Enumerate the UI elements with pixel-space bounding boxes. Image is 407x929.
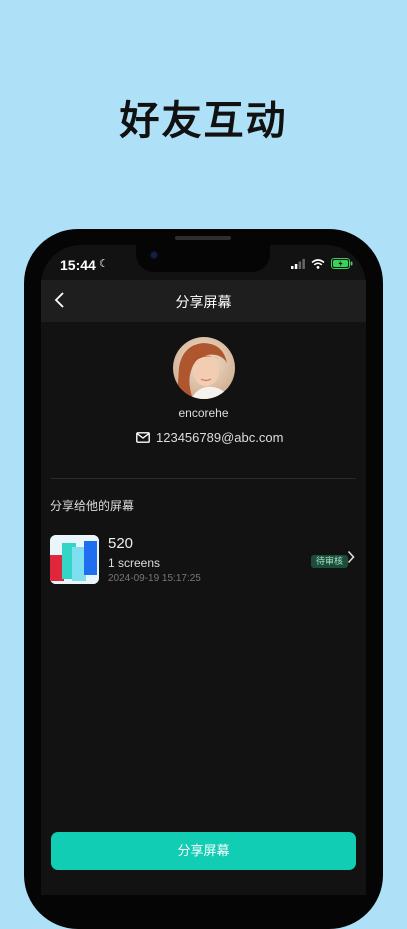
status-icons xyxy=(291,258,353,269)
avatar xyxy=(173,337,235,399)
moon-icon: ☾ xyxy=(99,258,109,270)
username: encorehe xyxy=(178,406,229,420)
mail-icon xyxy=(136,432,150,443)
notch xyxy=(136,245,270,272)
share-screen-button[interactable]: 分享屏幕 xyxy=(51,832,356,870)
battery-icon xyxy=(331,258,353,269)
screen-date: 2024-09-19 15:17:25 xyxy=(108,573,201,584)
email-row: 123456789@abc.com xyxy=(136,430,283,445)
divider xyxy=(51,478,356,479)
page-title: 分享屏幕 xyxy=(175,294,232,310)
screen-count: 1 screens xyxy=(108,556,161,570)
section-title: 分享给他的屏幕 xyxy=(50,499,135,513)
status-badge: 待审核 xyxy=(311,555,349,568)
signal-icon xyxy=(291,258,305,269)
screen-name: 520 xyxy=(108,535,134,552)
chevron-right-icon xyxy=(347,550,355,567)
screen-thumbnail xyxy=(50,535,99,584)
promo-title: 好友互动 xyxy=(119,98,288,144)
status-time: 15:44 xyxy=(60,257,96,273)
shared-screen-item[interactable]: 520 1 screens 2024-09-19 15:17:25 待审核 xyxy=(41,530,366,592)
email-text: 123456789@abc.com xyxy=(156,430,284,445)
front-camera xyxy=(150,251,158,259)
earpiece xyxy=(175,236,231,240)
wifi-icon xyxy=(311,258,325,269)
